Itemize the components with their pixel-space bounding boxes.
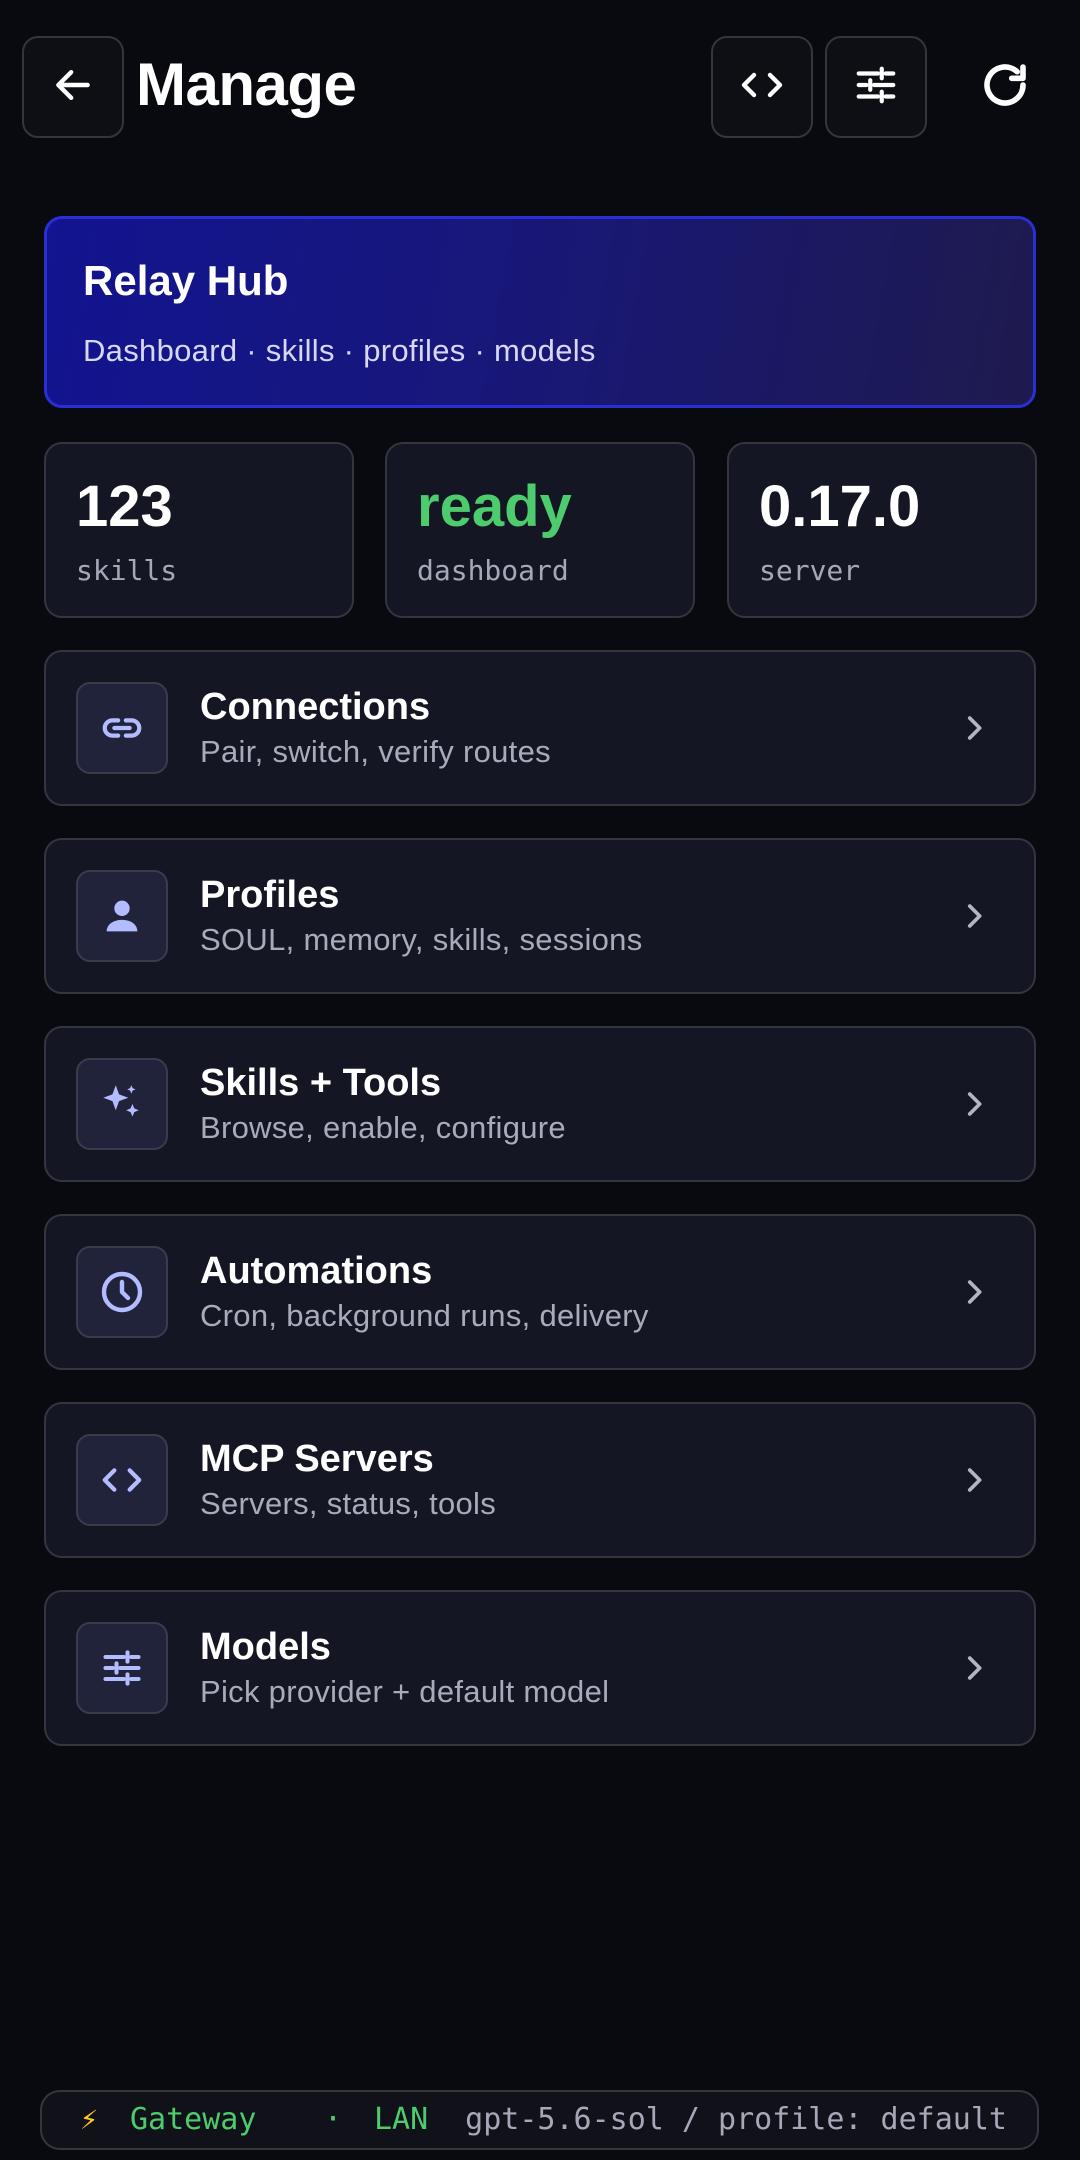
hub-subtitle: Dashboard · skills · profiles · models	[83, 333, 596, 368]
menu-item-title: Profiles	[200, 874, 340, 916]
gateway-status: Gateway	[130, 2102, 257, 2137]
person-icon	[76, 870, 168, 962]
stat-label: server	[759, 554, 861, 587]
status-bar: ⚡ Gateway · LAN gpt-5.6-sol / profile: d…	[40, 2090, 1039, 2150]
top-bar: Manage	[0, 0, 1080, 176]
status-separator: ·	[324, 2102, 343, 2137]
sliders-icon	[853, 62, 899, 113]
page-title: Manage	[136, 51, 357, 118]
stat-value: 123	[76, 474, 173, 539]
stat-label: dashboard	[417, 554, 569, 587]
hub-banner: Relay Hub Dashboard · skills · profiles …	[44, 216, 1036, 408]
back-button[interactable]	[22, 36, 124, 138]
stat-label: skills	[76, 554, 178, 587]
menu-item-subtitle: SOUL, memory, skills, sessions	[200, 922, 643, 957]
menu-item-skills-tools[interactable]: Skills + Tools Browse, enable, configure	[44, 1026, 1036, 1182]
sparkles-icon	[76, 1058, 168, 1150]
menu-item-title: Automations	[200, 1250, 433, 1292]
menu-item-models[interactable]: Models Pick provider + default model	[44, 1590, 1036, 1746]
lightning-icon: ⚡	[80, 2102, 99, 2137]
stat-server: 0.17.0 server	[727, 442, 1037, 618]
chevron-right-icon	[954, 1272, 994, 1312]
link-icon	[76, 682, 168, 774]
chevron-right-icon	[954, 896, 994, 936]
model-profile-label: gpt-5.6-sol / profile: default	[465, 2102, 1007, 2137]
menu-item-title: Connections	[200, 686, 431, 728]
menu-item-subtitle: Browse, enable, configure	[200, 1110, 566, 1145]
hub-title: Relay Hub	[83, 257, 289, 304]
stat-value: ready	[417, 474, 572, 539]
clock-icon	[76, 1246, 168, 1338]
stat-dashboard: ready dashboard	[385, 442, 695, 618]
menu-item-subtitle: Pair, switch, verify routes	[200, 734, 551, 769]
chevron-right-icon	[954, 1084, 994, 1124]
menu-item-subtitle: Servers, status, tools	[200, 1486, 497, 1521]
menu-item-title: Skills + Tools	[200, 1062, 442, 1104]
menu-item-title: MCP Servers	[200, 1438, 434, 1480]
code-icon	[738, 61, 786, 114]
refresh-icon	[978, 58, 1032, 117]
chevron-right-icon	[954, 1460, 994, 1500]
network-status: LAN	[374, 2102, 429, 2137]
menu-item-automations[interactable]: Automations Cron, background runs, deliv…	[44, 1214, 1036, 1370]
menu-item-subtitle: Pick provider + default model	[200, 1674, 610, 1709]
refresh-button[interactable]	[954, 36, 1056, 138]
menu-item-mcp-servers[interactable]: MCP Servers Servers, status, tools	[44, 1402, 1036, 1558]
menu-item-title: Models	[200, 1626, 331, 1668]
manage-screen: Manage Relay Hub Dashboard · skills · pr…	[0, 0, 1080, 2160]
menu-item-subtitle: Cron, background runs, delivery	[200, 1298, 649, 1333]
stat-value: 0.17.0	[759, 474, 921, 539]
menu-item-profiles[interactable]: Profiles SOUL, memory, skills, sessions	[44, 838, 1036, 994]
arrow-left-icon	[51, 63, 95, 112]
settings-button[interactable]	[825, 36, 927, 138]
chevron-right-icon	[954, 1648, 994, 1688]
code-icon	[76, 1434, 168, 1526]
code-view-button[interactable]	[711, 36, 813, 138]
menu-item-connections[interactable]: Connections Pair, switch, verify routes	[44, 650, 1036, 806]
stat-skills: 123 skills	[44, 442, 354, 618]
sliders-icon	[76, 1622, 168, 1714]
chevron-right-icon	[954, 708, 994, 748]
